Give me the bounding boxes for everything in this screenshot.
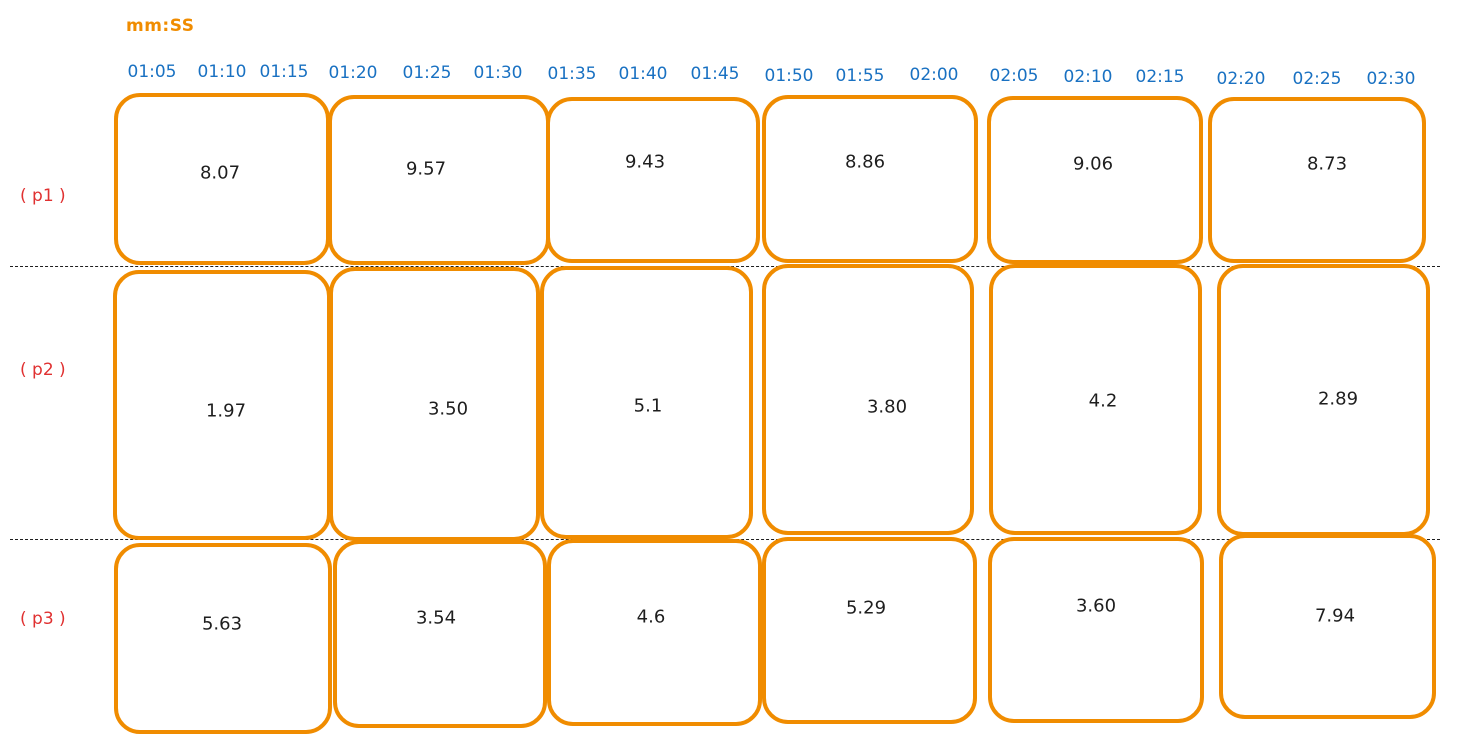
time-tick: 02:30	[1366, 69, 1416, 89]
cell-value: 4.6	[636, 606, 666, 628]
row-label-p2: ( p2 )	[20, 360, 66, 380]
time-tick: 02:00	[909, 65, 959, 85]
cell-value: 5.29	[845, 597, 887, 619]
time-axis-unit: mm:SS	[126, 16, 195, 36]
cell-value: 2.89	[1317, 388, 1359, 410]
cell-value: 4.2	[1088, 390, 1118, 412]
cell-value: 3.50	[427, 398, 469, 420]
cell-box	[762, 95, 978, 263]
cell-box	[988, 537, 1204, 723]
cell-box	[546, 97, 760, 263]
cell-value: 8.86	[844, 151, 886, 173]
cell-box	[1219, 534, 1436, 719]
time-tick: 01:35	[547, 64, 597, 84]
time-tick: 02:15	[1135, 67, 1185, 87]
cell-box	[762, 537, 977, 724]
time-tick: 02:20	[1216, 69, 1266, 89]
cell-value: 9.43	[624, 151, 666, 173]
time-tick: 01:50	[764, 66, 814, 86]
cell-value: 9.06	[1072, 153, 1114, 175]
cell-value: 8.73	[1306, 153, 1348, 175]
cell-value: 3.80	[866, 396, 908, 418]
cell-value: 7.94	[1314, 605, 1356, 627]
time-tick: 01:55	[835, 66, 885, 86]
cell-value: 1.97	[205, 400, 247, 422]
time-tick: 01:05	[127, 62, 177, 82]
time-tick: 01:45	[690, 64, 740, 84]
time-tick: 02:25	[1292, 69, 1342, 89]
time-tick: 01:15	[259, 62, 309, 82]
cell-value: 3.60	[1075, 595, 1117, 617]
cell-box	[114, 543, 332, 734]
cell-box	[1208, 97, 1426, 263]
row-label-p3: ( p3 )	[20, 609, 66, 629]
time-tick: 01:30	[473, 63, 523, 83]
row-label-p1: ( p1 )	[20, 186, 66, 206]
cell-box	[333, 540, 547, 728]
time-tick: 01:25	[402, 63, 452, 83]
time-tick: 02:10	[1063, 67, 1113, 87]
cell-box	[328, 95, 550, 265]
cell-value: 5.1	[633, 395, 663, 417]
cell-value: 8.07	[199, 162, 241, 184]
time-tick: 01:20	[328, 63, 378, 83]
time-tick: 01:10	[197, 62, 247, 82]
cell-box	[547, 539, 762, 726]
cell-box	[987, 96, 1203, 264]
time-tick: 02:05	[989, 66, 1039, 86]
cell-value: 9.57	[405, 158, 447, 180]
cell-value: 5.63	[201, 613, 243, 635]
cell-value: 3.54	[415, 607, 457, 629]
time-tick: 01:40	[618, 64, 668, 84]
